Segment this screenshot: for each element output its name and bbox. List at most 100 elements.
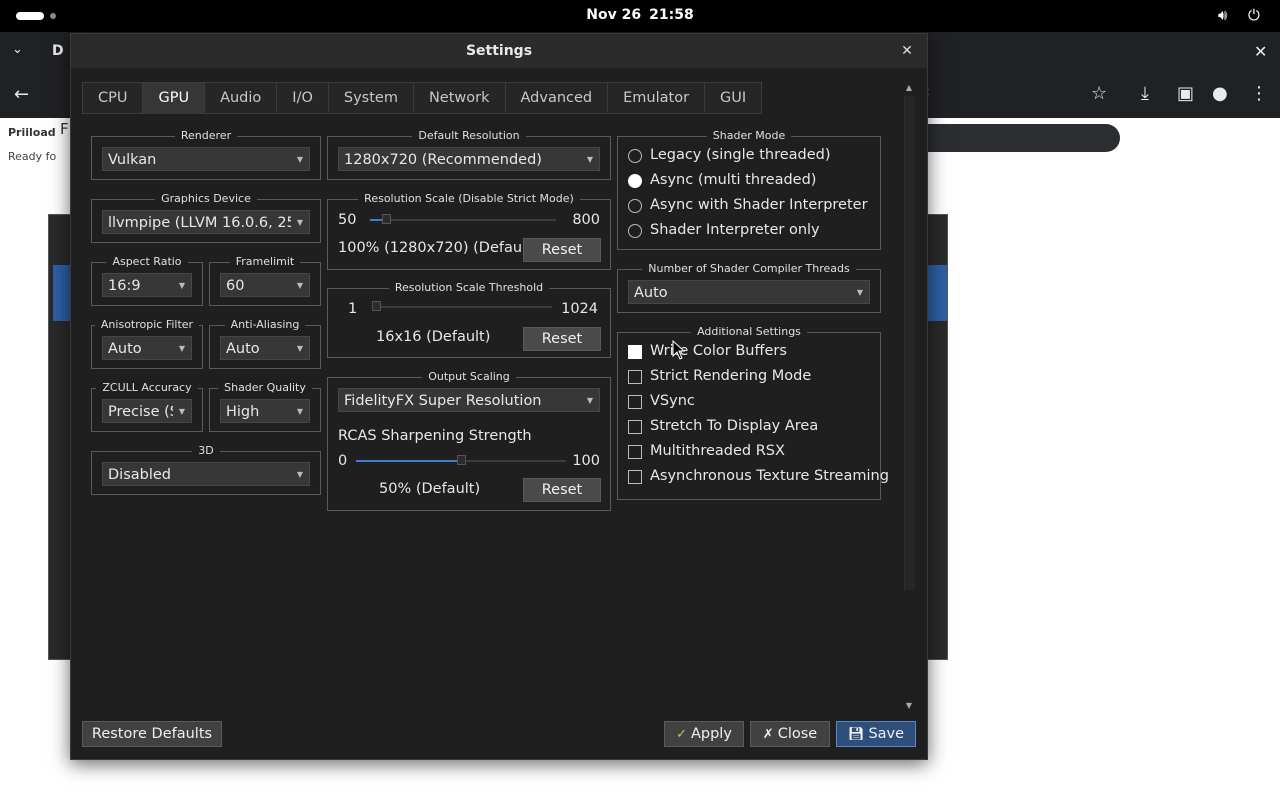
resolution-scale-title: Resolution Scale (Disable Strict Mode) <box>358 192 580 205</box>
restore-defaults-button[interactable]: Restore Defaults <box>82 721 222 747</box>
output-scaling-select[interactable]: FidelityFX Super Resolution ▼ <box>338 388 600 412</box>
checkmark-icon: ✓ <box>676 727 687 742</box>
page-partial-menu: F <box>60 120 69 138</box>
apply-button[interactable]: ✓ Apply <box>664 721 744 747</box>
star-icon[interactable]: ☆ <box>1091 83 1107 104</box>
settings-scrollbar[interactable]: ▲ ▼ <box>903 82 915 712</box>
shader-mode-option[interactable]: Legacy (single threaded) <box>628 147 868 166</box>
scroll-up-icon[interactable]: ▲ <box>903 82 915 94</box>
chevron-down-icon: ▼ <box>291 211 309 233</box>
aspect-ratio-select[interactable]: 16:9 ▼ <box>102 273 192 297</box>
multithreaded-rsx-checkbox[interactable]: Multithreaded RSX <box>628 443 868 462</box>
anti-aliasing-group: Anti-Aliasing Auto ▼ <box>209 318 321 369</box>
download-icon[interactable]: ⤓ <box>1141 83 1149 104</box>
close-window-icon[interactable]: ✕ <box>1254 42 1267 61</box>
address-bar[interactable] <box>910 124 1120 152</box>
tab-system[interactable]: System <box>327 82 414 114</box>
resolution-threshold-reset-button[interactable]: Reset <box>523 327 601 351</box>
rcas-label: RCAS Sharpening Strength <box>338 428 532 444</box>
graphics-device-select[interactable]: llvmpipe (LLVM 16.0.6, 256 b ▼ <box>102 210 310 234</box>
checkbox <box>628 470 642 484</box>
tab-gpu[interactable]: GPU <box>142 82 206 114</box>
system-top-bar: Nov 26 21:58 🔊︎ ⏻ <box>0 0 1280 32</box>
stretch-display-checkbox[interactable]: Stretch To Display Area <box>628 418 868 437</box>
floppy-disk-icon: 💾︎ <box>847 727 865 742</box>
tab-cpu[interactable]: CPU <box>82 82 144 114</box>
clock-time: 21:58 <box>649 7 694 23</box>
strict-rendering-checkbox[interactable]: Strict Rendering Mode <box>628 368 868 387</box>
save-button[interactable]: 💾︎ Save <box>836 721 916 747</box>
scrollbar-thumb[interactable] <box>904 96 915 590</box>
resolution-threshold-group: Resolution Scale Threshold 1 1024 16x16 … <box>327 281 611 358</box>
graphics-device-group: Graphics Device llvmpipe (LLVM 16.0.6, 2… <box>91 192 321 243</box>
close-button[interactable]: ✗ Close <box>750 721 830 747</box>
chevron-down-icon: ▼ <box>291 463 309 485</box>
scroll-down-icon[interactable]: ▼ <box>903 700 915 712</box>
back-arrow-icon[interactable]: ← <box>14 84 29 105</box>
compiler-threads-select[interactable]: Auto ▼ <box>628 280 870 304</box>
tab-gui[interactable]: GUI <box>704 82 763 114</box>
tab-emulator[interactable]: Emulator <box>607 82 706 114</box>
menu-kebab-icon[interactable]: ⋮ <box>1250 83 1268 104</box>
checkbox-label: Multithreaded RSX <box>650 443 785 459</box>
async-texture-streaming-checkbox[interactable]: Asynchronous Texture Streaming <box>628 468 889 487</box>
write-color-buffers-checkbox[interactable]: Write Color Buffers <box>628 343 868 362</box>
resolution-threshold-slider[interactable] <box>372 301 552 313</box>
chevron-down-icon: ▼ <box>291 400 309 422</box>
page-partial-text: Priiload <box>8 126 56 139</box>
resolution-scale-slider[interactable] <box>370 214 556 226</box>
anisotropic-filter-select[interactable]: Auto ▼ <box>102 336 192 360</box>
resolution-threshold-value: 16x16 (Default) <box>376 329 491 345</box>
rcas-slider[interactable] <box>356 455 566 467</box>
chevron-down-icon[interactable]: ⌄ <box>12 42 23 57</box>
framelimit-select[interactable]: 60 ▼ <box>220 273 310 297</box>
resolution-threshold-title: Resolution Scale Threshold <box>388 281 550 294</box>
resolution-scale-reset-button[interactable]: Reset <box>523 238 601 262</box>
rcas-max: 100 <box>572 453 600 469</box>
renderer-group: Renderer Vulkan ▼ <box>91 129 321 180</box>
profile-icon[interactable]: ● <box>1212 83 1228 104</box>
clock[interactable]: Nov 26 21:58 <box>0 7 1280 23</box>
renderer-title: Renderer <box>174 129 238 142</box>
tab-audio[interactable]: Audio <box>204 82 278 114</box>
checkbox-label: Write Color Buffers <box>650 343 787 359</box>
resolution-scale-min: 50 <box>338 212 357 228</box>
radio-button <box>628 174 642 188</box>
power-icon[interactable]: ⏻ <box>1248 6 1260 24</box>
rcas-min: 0 <box>338 453 348 469</box>
close-label: Close <box>777 726 818 742</box>
default-resolution-title: Default Resolution <box>412 129 526 142</box>
shader-mode-label: Async (multi threaded) <box>650 172 817 188</box>
resolution-threshold-min: 1 <box>348 301 358 317</box>
output-scaling-group: Output Scaling FidelityFX Super Resoluti… <box>327 370 611 511</box>
shader-mode-option[interactable]: Async with Shader Interpreter <box>628 197 868 216</box>
3d-group: 3D Disabled ▼ <box>91 444 321 495</box>
default-resolution-select[interactable]: 1280x720 (Recommended) ▼ <box>338 147 600 171</box>
tab-io[interactable]: I/O <box>276 82 329 114</box>
close-icon[interactable]: ✕ <box>897 41 917 61</box>
checkbox-label: Asynchronous Texture Streaming <box>650 468 889 484</box>
resolution-threshold-max: 1024 <box>561 301 598 317</box>
shader-mode-option[interactable]: Async (multi threaded) <box>628 172 868 191</box>
shader-quality-select[interactable]: High ▼ <box>220 399 310 423</box>
resolution-scale-group: Resolution Scale (Disable Strict Mode) 5… <box>327 192 611 270</box>
volume-icon[interactable]: 🔊︎ <box>1218 6 1227 24</box>
side-panel-icon[interactable]: ▣ <box>1177 83 1194 104</box>
rcas-reset-button[interactable]: Reset <box>523 478 601 502</box>
radio-button <box>628 149 642 163</box>
browser-tab-title[interactable]: D <box>52 43 64 59</box>
shader-mode-option[interactable]: Shader Interpreter only <box>628 222 868 241</box>
chevron-down-icon: ▼ <box>581 148 599 170</box>
tab-advanced[interactable]: Advanced <box>504 82 609 114</box>
shader-mode-title: Shader Mode <box>706 129 792 142</box>
radio-button <box>628 224 642 238</box>
3d-select[interactable]: Disabled ▼ <box>102 462 310 486</box>
checkbox <box>628 370 642 384</box>
vsync-checkbox[interactable]: VSync <box>628 393 868 412</box>
zcull-accuracy-select[interactable]: Precise (Sl ▼ <box>102 399 192 423</box>
dialog-title: Settings <box>71 34 927 68</box>
anti-aliasing-select[interactable]: Auto ▼ <box>220 336 310 360</box>
renderer-select[interactable]: Vulkan ▼ <box>102 147 310 171</box>
tab-network[interactable]: Network <box>412 82 506 114</box>
resolution-scale-max: 800 <box>572 212 600 228</box>
